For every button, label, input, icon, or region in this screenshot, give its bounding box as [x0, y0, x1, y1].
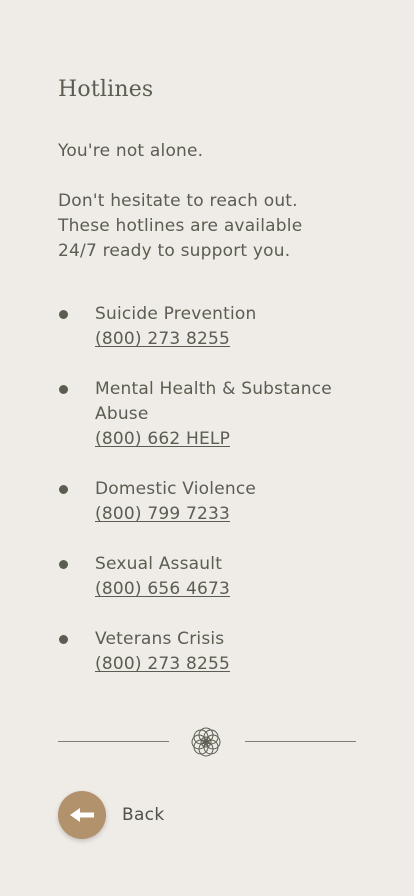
hotline-name: Suicide Prevention	[95, 304, 257, 324]
bullet-icon	[59, 310, 68, 319]
arrow-left-icon	[70, 808, 94, 822]
hotline-item-veterans-crisis: Veterans Crisis (800) 273 8255	[58, 627, 358, 677]
page-title: Hotlines	[58, 77, 154, 102]
hotline-name: Mental Health & Substance Abuse	[95, 379, 332, 424]
intro-line-reach-out: Don't hesitate to reach out.	[58, 191, 298, 211]
flower-ornament-icon	[191, 727, 221, 757]
hotline-list: Suicide Prevention (800) 273 8255 Mental…	[58, 302, 358, 702]
back-label[interactable]: Back	[122, 803, 164, 827]
intro-line-available: These hotlines are available	[58, 216, 303, 236]
hotline-name: Sexual Assault	[95, 554, 223, 574]
divider-line-left	[58, 741, 169, 742]
back-button[interactable]	[58, 791, 106, 839]
hotline-item-mental-health: Mental Health & Substance Abuse (800) 66…	[58, 377, 358, 452]
hotline-phone-link[interactable]: (800) 273 8255	[95, 652, 230, 677]
intro-line-support: 24/7 ready to support you.	[58, 241, 291, 261]
hotline-item-sexual-assault: Sexual Assault (800) 656 4673	[58, 552, 358, 602]
bullet-icon	[59, 635, 68, 644]
bullet-icon	[59, 485, 68, 494]
bullet-icon	[59, 385, 68, 394]
intro-text: You're not alone. Don't hesitate to reac…	[58, 139, 358, 264]
hotline-phone-link[interactable]: (800) 656 4673	[95, 577, 230, 602]
hotline-item-suicide-prevention: Suicide Prevention (800) 273 8255	[58, 302, 358, 352]
bullet-icon	[59, 560, 68, 569]
hotline-item-domestic-violence: Domestic Violence (800) 799 7233	[58, 477, 358, 527]
intro-line-not-alone: You're not alone.	[58, 141, 204, 161]
divider-line-right	[245, 741, 356, 742]
hotline-name: Veterans Crisis	[95, 629, 225, 649]
hotline-name: Domestic Violence	[95, 479, 257, 499]
hotline-phone-link[interactable]: (800) 273 8255	[95, 327, 230, 352]
hotline-phone-link[interactable]: (800) 662 HELP	[95, 427, 230, 452]
hotline-phone-link[interactable]: (800) 799 7233	[95, 502, 230, 527]
